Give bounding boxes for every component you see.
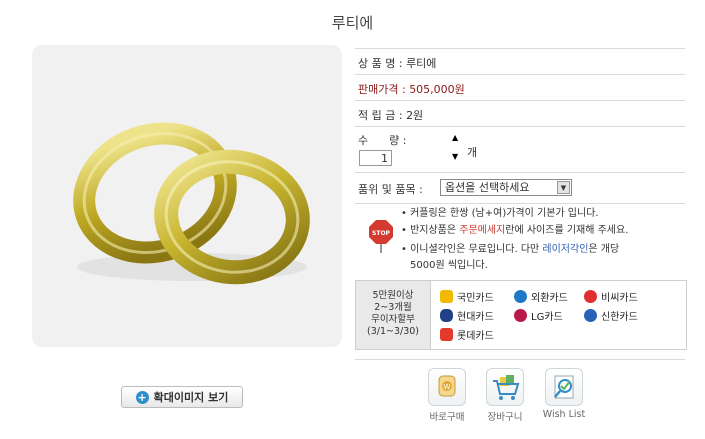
wishlist-button[interactable]: Wish List	[539, 368, 589, 420]
product-title: 루티에	[331, 14, 374, 32]
notice-line-1: • 커플링은 한쌍 (남+여)가격이 기본가 입니다.	[401, 208, 599, 219]
hyundai-logo-icon	[440, 309, 453, 322]
notice-line-4: 5000원 씩입니다.	[410, 260, 488, 271]
card-kb: 국민카드	[440, 289, 494, 304]
product-info-panel: 상 품 명 : 루티에 판매가격 : 505,000원 적 립 금 : 2원 수…	[355, 48, 687, 350]
cart-icon	[486, 368, 524, 406]
keb-logo-icon	[514, 290, 527, 303]
card-bc: 비씨카드	[584, 289, 638, 304]
bc-logo-icon	[584, 290, 597, 303]
buy-now-label: 바로구매	[429, 412, 465, 423]
quantity-label: 수 량 :	[358, 134, 407, 147]
divider	[355, 359, 685, 360]
card-lotte: 롯데카드	[440, 327, 494, 342]
card-keb: 외환카드	[514, 289, 568, 304]
price-value: 505,000원	[409, 83, 465, 96]
notice-line-2: • 반지상품은 주문메세지란에 사이즈를 기재해 주세요.	[401, 225, 629, 236]
option-label: 품위 및 품목 :	[358, 183, 423, 196]
cart-label: 장바구니	[487, 412, 523, 423]
quantity-down-icon[interactable]: ▼	[452, 152, 458, 161]
quantity-row: 수 량 : 1 ▲ ▼ 개	[355, 127, 685, 173]
price-label: 판매가격 :	[358, 83, 410, 96]
quantity-up-icon[interactable]: ▲	[452, 133, 458, 142]
card-hyundai: 현대카드	[440, 308, 494, 323]
quantity-input[interactable]: 1	[359, 150, 392, 166]
option-select[interactable]: 옵션을 선택하세요 ▼	[440, 179, 572, 196]
product-name-label: 상 품 명 :	[358, 57, 407, 70]
card-lg: LG카드	[514, 308, 563, 323]
stop-sign-icon: STOP	[369, 220, 393, 253]
wishlist-label: Wish List	[542, 409, 586, 420]
product-image[interactable]	[32, 45, 342, 347]
kb-logo-icon	[440, 290, 453, 303]
svg-text:W: W	[444, 383, 451, 391]
points-row: 적 립 금 : 2원	[355, 101, 685, 127]
cart-button[interactable]: 장바구니	[480, 368, 530, 423]
lg-logo-icon	[514, 309, 527, 322]
zoom-image-button[interactable]: + 확대이미지 보기	[121, 386, 243, 408]
shinhan-logo-icon	[584, 309, 597, 322]
buy-now-button[interactable]: W 바로구매	[422, 368, 472, 423]
product-name-value: 루티에	[406, 57, 437, 70]
installment-card-box: 5만원이상 2~3개월 무이자할부 (3/1~3/30) 국민카드 외환카드 비…	[355, 280, 687, 350]
price-row: 판매가격 : 505,000원	[355, 75, 685, 101]
quantity-unit: 개	[467, 146, 478, 159]
chevron-down-icon: ▼	[557, 181, 570, 194]
svg-text:STOP: STOP	[372, 230, 391, 237]
points-value: 2원	[406, 109, 424, 122]
card-shinhan: 신한카드	[584, 308, 638, 323]
notice-box: STOP • 커플링은 한쌍 (남+여)가격이 기본가 입니다. • 반지상품은…	[355, 202, 685, 272]
product-name-row: 상 품 명 : 루티에	[355, 48, 685, 75]
wishlist-icon	[545, 368, 583, 406]
zoom-image-label: 확대이미지 보기	[153, 391, 229, 404]
lotte-logo-icon	[440, 328, 453, 341]
plus-circle-icon: +	[135, 390, 149, 404]
points-label: 적 립 금 :	[358, 109, 407, 122]
option-selected-text: 옵션을 선택하세요	[445, 181, 530, 194]
gold-rings-image	[73, 122, 310, 285]
installment-info: 5만원이상 2~3개월 무이자할부 (3/1~3/30)	[356, 281, 431, 349]
option-row: 품위 및 품목 : 옵션을 선택하세요 ▼	[355, 173, 685, 204]
notice-line-3: • 이니셜각인은 무료입니다. 다만 레이저각인은 개당	[401, 244, 620, 255]
buy-now-icon: W	[428, 368, 466, 406]
